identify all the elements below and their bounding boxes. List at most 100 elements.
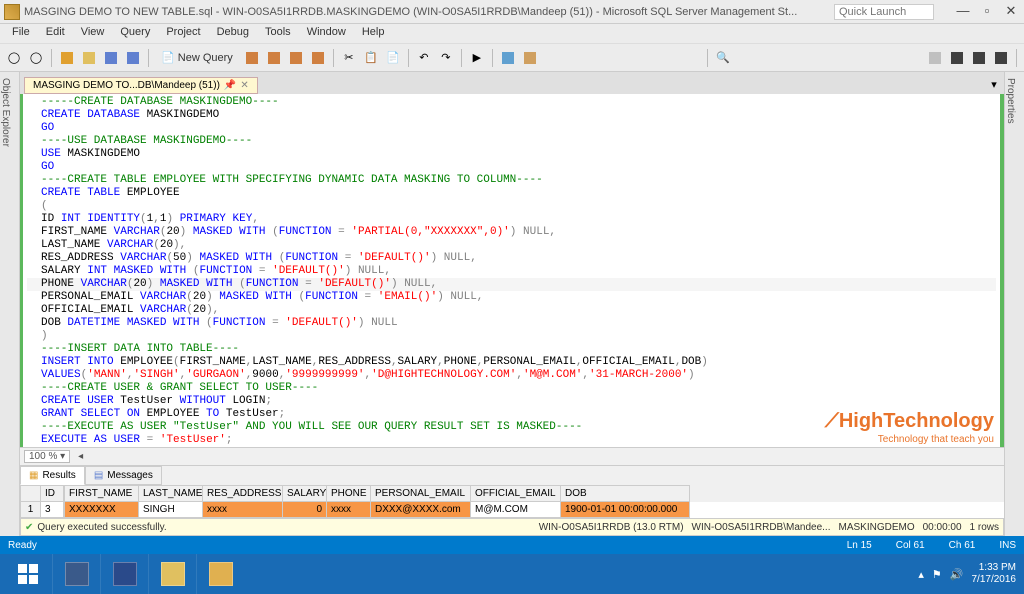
cell-personal-email: DXXX@XXXX.com: [370, 502, 470, 518]
task-ssms[interactable]: [196, 554, 244, 594]
windows-logo-icon: [18, 564, 38, 584]
menu-query[interactable]: Query: [112, 24, 158, 43]
find-icon[interactable]: 🔍: [713, 48, 733, 68]
tab-messages[interactable]: ▤ Messages: [85, 466, 162, 485]
status-ch: Ch 61: [949, 540, 976, 551]
col-phone[interactable]: PHONE: [326, 485, 370, 502]
object-explorer-panel[interactable]: Object Explorer: [0, 72, 20, 536]
results-tabs: ▦ Results ▤ Messages: [20, 465, 1004, 485]
cut-icon[interactable]: ✂: [339, 48, 359, 68]
col-salary[interactable]: SALARY: [282, 485, 326, 502]
status-db: MASKINGDEMO: [838, 522, 914, 533]
status-time: 00:00:00: [923, 522, 962, 533]
doc-tab-label: MASGING DEMO TO...DB\Mandeep (51)): [33, 80, 220, 91]
system-tray: ▴ ⚑ 🔊 1:33 PM 7/17/2016: [918, 562, 1020, 586]
doc-tab-active[interactable]: MASGING DEMO TO...DB\Mandeep (51)) 📌 ✕: [24, 77, 258, 94]
task-explorer[interactable]: [148, 554, 196, 594]
col-official-email[interactable]: OFFICIAL_EMAIL: [470, 485, 560, 502]
tab-dropdown-icon[interactable]: ▾: [984, 74, 1004, 94]
tb-right-3[interactable]: [969, 48, 989, 68]
col-personal-email[interactable]: PERSONAL_EMAIL: [370, 485, 470, 502]
task-powershell[interactable]: [100, 554, 148, 594]
cell-first-name: XXXXXXX: [64, 502, 138, 518]
nav-back-icon[interactable]: ◯: [4, 48, 24, 68]
status-ln: Ln 15: [847, 540, 872, 551]
status-user: WIN-O0SA5I1RRDB\Mandee...: [692, 522, 831, 533]
tb-right-2[interactable]: [947, 48, 967, 68]
tray-flag-icon[interactable]: ⚑: [932, 568, 942, 581]
menu-debug[interactable]: Debug: [209, 24, 257, 43]
taskbar: ▴ ⚑ 🔊 1:33 PM 7/17/2016: [0, 554, 1024, 594]
properties-panel[interactable]: Properties: [1004, 72, 1024, 536]
menu-help[interactable]: Help: [354, 24, 393, 43]
quick-launch-input[interactable]: [834, 4, 934, 20]
tray-volume-icon[interactable]: 🔊: [950, 568, 964, 581]
zoom-value: 100 %: [29, 451, 57, 462]
close-tab-icon[interactable]: ✕: [240, 80, 248, 91]
success-icon: ✔: [25, 522, 33, 533]
restore-button[interactable]: ▫: [978, 5, 996, 19]
copy-icon[interactable]: 📋: [361, 48, 381, 68]
col-dob[interactable]: DOB: [560, 485, 690, 502]
tb-misc-icon[interactable]: [520, 48, 540, 68]
status-bar-query: ✔ Query executed successfully. WIN-O0SA5…: [20, 518, 1004, 536]
status-server: WIN-O0SA5I1RRDB (13.0 RTM): [539, 522, 684, 533]
col-last-name[interactable]: LAST_NAME: [138, 485, 202, 502]
open-icon[interactable]: [79, 48, 99, 68]
debug-icon[interactable]: [498, 48, 518, 68]
undo-icon[interactable]: ↶: [414, 48, 434, 68]
new-query-button[interactable]: 📄 New Query: [154, 48, 240, 67]
new-query-label: New Query: [178, 52, 233, 64]
status-bar-app: Ready Ln 15 Col 61 Ch 61 INS: [0, 536, 1024, 554]
status-rows: 1 rows: [970, 522, 999, 533]
window-title: MASGING DEMO TO NEW TABLE.sql - WIN-O0SA…: [24, 6, 834, 18]
cell-res-address: xxxx: [202, 502, 282, 518]
zoom-dropdown[interactable]: 100 % ▾: [24, 450, 70, 463]
task-server-manager[interactable]: [52, 554, 100, 594]
save-all-icon[interactable]: [123, 48, 143, 68]
menu-file[interactable]: File: [4, 24, 38, 43]
document-tabs: MASGING DEMO TO...DB\Mandeep (51)) 📌 ✕ ▾: [20, 72, 1004, 94]
nav-fwd-icon[interactable]: ◯: [26, 48, 46, 68]
tb-right-4[interactable]: [991, 48, 1011, 68]
redo-icon[interactable]: ↷: [436, 48, 456, 68]
col-res-address[interactable]: RES_ADDRESS: [202, 485, 282, 502]
col-rownum[interactable]: [20, 485, 40, 502]
close-button[interactable]: ✕: [1002, 5, 1020, 19]
toolbar: ◯ ◯ 📄 New Query ✂ 📋 📄 ↶ ↷ ▶ 🔍: [0, 44, 1024, 72]
tb-icon-3[interactable]: [286, 48, 306, 68]
col-id[interactable]: ID: [40, 485, 64, 502]
col-first-name[interactable]: FIRST_NAME: [64, 485, 138, 502]
sql-code-editor[interactable]: -----CREATE DATABASE MASKINGDEMO----CREA…: [20, 94, 1004, 447]
status-col: Col 61: [896, 540, 925, 551]
status-ready: Ready: [8, 540, 37, 551]
menu-tools[interactable]: Tools: [257, 24, 299, 43]
status-message: Query executed successfully.: [37, 522, 166, 533]
cell-last-name: SINGH: [138, 502, 202, 518]
execute-icon[interactable]: ▶: [467, 48, 487, 68]
connect-icon[interactable]: [57, 48, 77, 68]
start-button[interactable]: [4, 554, 52, 594]
paste-icon[interactable]: 📄: [383, 48, 403, 68]
title-bar: MASGING DEMO TO NEW TABLE.sql - WIN-O0SA…: [0, 0, 1024, 24]
tb-icon-1[interactable]: [242, 48, 262, 68]
menu-project[interactable]: Project: [158, 24, 208, 43]
tab-results[interactable]: ▦ Results: [20, 466, 85, 485]
pin-icon[interactable]: 📌: [224, 80, 236, 91]
minimize-button[interactable]: —: [954, 5, 972, 19]
app-icon: [4, 4, 20, 20]
save-icon[interactable]: [101, 48, 121, 68]
cell-phone: xxxx: [326, 502, 370, 518]
menu-view[interactable]: View: [73, 24, 113, 43]
menu-edit[interactable]: Edit: [38, 24, 73, 43]
tb-icon-4[interactable]: [308, 48, 328, 68]
cell-salary: 0: [282, 502, 326, 518]
tray-up-icon[interactable]: ▴: [918, 568, 924, 581]
cell-official-email: M@M.COM: [470, 502, 560, 518]
tb-right-1[interactable]: [925, 48, 945, 68]
tb-icon-2[interactable]: [264, 48, 284, 68]
tray-clock[interactable]: 1:33 PM 7/17/2016: [972, 562, 1017, 586]
cell-id: 3: [40, 502, 64, 518]
table-row[interactable]: 1 3 XXXXXXX SINGH xxxx 0 xxxx DXXX@XXXX.…: [20, 502, 1004, 518]
menu-window[interactable]: Window: [299, 24, 354, 43]
